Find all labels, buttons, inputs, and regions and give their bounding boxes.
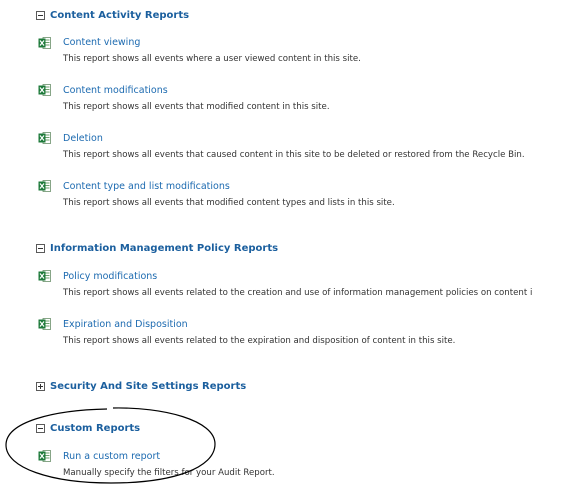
expand-toggle-icon[interactable] <box>36 381 45 391</box>
section-title[interactable]: Information Management Policy Reports <box>50 243 278 254</box>
report-link-deletion[interactable]: Deletion <box>63 133 103 145</box>
excel-icon <box>38 37 51 49</box>
report-link-content-type-and-list-modifications[interactable]: Content type and list modifications <box>63 181 230 193</box>
excel-icon <box>38 270 51 282</box>
report-description: This report shows all events that modifi… <box>63 102 330 112</box>
report-description: This report shows all events related to … <box>63 288 533 298</box>
report-link-content-modifications[interactable]: Content modifications <box>63 85 168 97</box>
report-link-content-viewing[interactable]: Content viewing <box>63 37 140 49</box>
section-header-security-and-site-settings[interactable]: Security And Site Settings Reports <box>36 379 246 393</box>
excel-icon <box>38 84 51 96</box>
report-link-policy-modifications[interactable]: Policy modifications <box>63 271 157 283</box>
excel-icon <box>38 318 51 330</box>
excel-icon <box>38 132 51 144</box>
section-header-information-management-policy[interactable]: Information Management Policy Reports <box>36 241 278 255</box>
report-description: This report shows all events where a use… <box>63 54 361 64</box>
excel-icon <box>38 180 51 192</box>
section-title[interactable]: Security And Site Settings Reports <box>50 381 246 392</box>
section-header-content-activity[interactable]: Content Activity Reports <box>36 8 189 22</box>
report-description: This report shows all events that modifi… <box>63 198 395 208</box>
collapse-toggle-icon[interactable] <box>36 10 45 20</box>
report-description: This report shows all events related to … <box>63 336 456 346</box>
collapse-toggle-icon[interactable] <box>36 243 45 253</box>
section-title[interactable]: Content Activity Reports <box>50 10 189 21</box>
annotation-oval <box>5 407 216 484</box>
report-link-expiration-and-disposition[interactable]: Expiration and Disposition <box>63 319 188 331</box>
audit-reports-page: Content Activity Reports Content viewing… <box>0 0 561 486</box>
report-description: This report shows all events that caused… <box>63 150 525 160</box>
